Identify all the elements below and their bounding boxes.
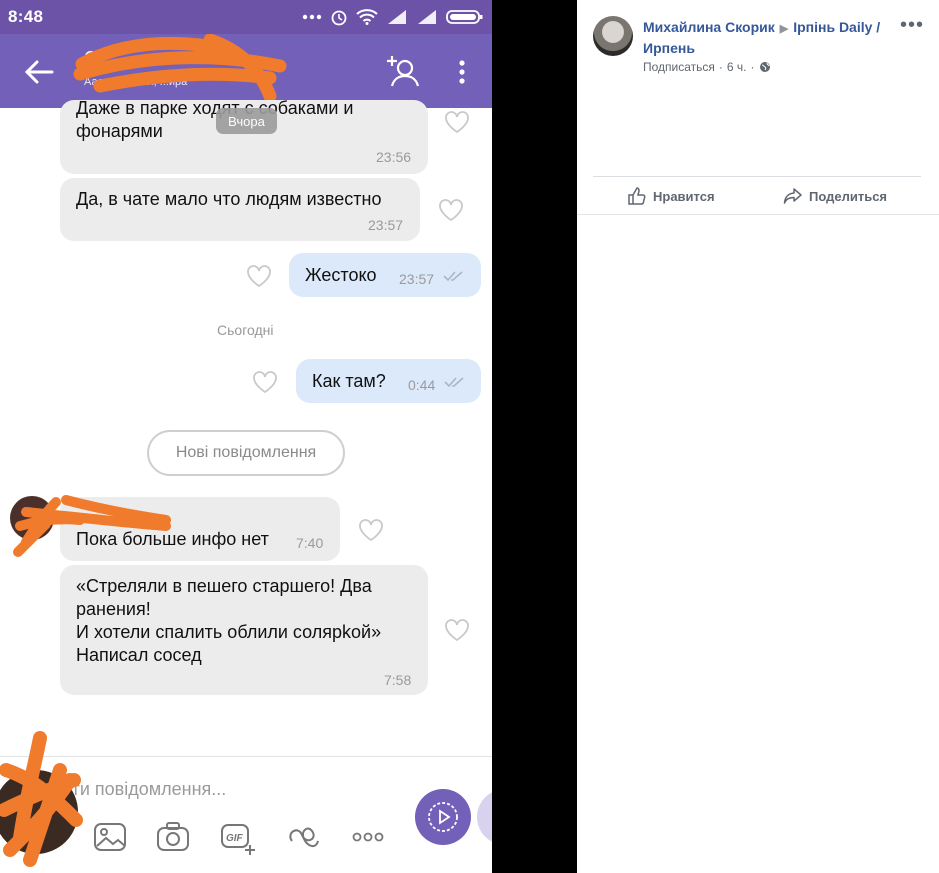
globe-icon <box>759 62 770 72</box>
message-input[interactable]: ати повідомлення... <box>62 779 226 800</box>
back-arrow-icon[interactable] <box>22 58 56 86</box>
more-options-icon[interactable] <box>350 819 386 855</box>
share-button[interactable]: Поделиться <box>783 184 887 208</box>
signal-icon-2 <box>418 10 436 24</box>
status-icons <box>302 8 484 26</box>
date-label-today: Сьогодні <box>217 322 274 338</box>
message-text: Даже в парке ходят с собаками и <box>76 98 354 118</box>
post-header: Михайлина Скорик ▶ Ірпінь Daily / Ирпень <box>643 18 893 58</box>
add-participant-icon[interactable] <box>386 54 422 88</box>
message-time: 7:58 <box>384 672 412 688</box>
chat-subtitle: Аааня, Аааня, ...ира <box>84 76 188 88</box>
post-divider <box>593 176 921 177</box>
shared-to-arrow-icon: ▶ <box>779 23 789 35</box>
gallery-icon[interactable] <box>92 819 128 855</box>
like-heart-icon[interactable] <box>246 264 272 288</box>
message-incoming[interactable]: Да, в чате мало что людям известно 23:57 <box>60 178 420 241</box>
meta-separator: · <box>750 60 755 74</box>
more-notifications-icon <box>302 14 322 20</box>
message-time: 0:44 <box>408 377 436 393</box>
share-arrow-icon <box>783 188 802 204</box>
read-ticks-icon <box>444 377 464 388</box>
new-messages-divider[interactable]: Нові повідомлення <box>147 430 345 476</box>
message-text: ранения! <box>76 599 151 619</box>
message-text: Как там? <box>312 371 386 391</box>
like-label: Нравится <box>653 188 715 204</box>
send-button[interactable] <box>415 789 471 845</box>
like-button[interactable]: Нравится <box>627 184 715 208</box>
author-avatar[interactable] <box>593 16 633 56</box>
read-ticks-icon <box>443 271 463 282</box>
message-incoming[interactable]: Пока больше инфо нет 7:40 <box>60 497 340 561</box>
thumbs-up-icon <box>628 187 646 205</box>
camera-icon[interactable] <box>155 819 191 855</box>
post-timestamp[interactable]: 6 ч. <box>727 60 747 74</box>
message-text: Жестоко <box>305 265 377 285</box>
battery-icon <box>446 10 483 24</box>
secondary-action-button[interactable] <box>477 789 492 845</box>
message-time: 7:40 <box>296 535 324 551</box>
message-text: И хотели спалить облили солярkой» <box>76 622 382 642</box>
like-heart-icon[interactable] <box>438 198 464 222</box>
message-text: Да, в чате мало что людям известно <box>76 189 382 209</box>
like-heart-icon[interactable] <box>252 370 278 394</box>
wifi-icon <box>356 9 378 25</box>
post-options-icon[interactable]: ••• <box>900 14 924 37</box>
message-time: 23:57 <box>368 217 404 233</box>
message-outgoing[interactable]: Как там? 0:44 <box>296 359 481 403</box>
status-bar: 8:48 <box>0 0 492 34</box>
message-text: Пока больше инфо нет <box>76 529 269 549</box>
subscribe-link[interactable]: Подписаться <box>643 60 715 74</box>
screenshot-root: 8:48 О Аааня, Аааня, ...ира Даже в парке <box>0 0 939 873</box>
viber-phone-screen: 8:48 О Аааня, Аааня, ...ира Даже в парке <box>0 0 492 873</box>
like-heart-icon[interactable] <box>444 618 470 642</box>
like-heart-icon[interactable] <box>358 518 384 542</box>
chat-title[interactable]: О <box>84 48 98 69</box>
date-badge-yesterday: Вчора <box>216 108 277 134</box>
play-send-icon <box>428 802 458 832</box>
meta-separator: · <box>718 60 723 74</box>
doodle-icon[interactable] <box>286 819 322 855</box>
chat-history[interactable]: Даже в парке ходят с собаками и фонарями… <box>0 98 492 756</box>
post-meta: Подписаться · 6 ч. · <box>643 60 771 74</box>
card-bottom-border <box>577 214 939 215</box>
svg-text:GIF: GIF <box>226 833 244 844</box>
message-incoming[interactable]: «Стреляли в пешего старшего! Два ранения… <box>60 565 428 695</box>
message-time: 23:56 <box>376 149 412 165</box>
sender-avatar[interactable] <box>10 496 54 540</box>
author-name-link[interactable]: Михайлина Скорик <box>643 19 775 35</box>
message-text: «Стреляли в пешего старшего! Два <box>76 576 372 596</box>
message-outgoing[interactable]: Жестоко 23:57 <box>289 253 481 297</box>
message-text: Написал сосед <box>76 645 202 665</box>
status-time: 8:48 <box>8 7 44 26</box>
alarm-icon <box>331 10 347 26</box>
message-time: 23:57 <box>399 271 435 287</box>
message-text: фонарями <box>76 121 163 141</box>
signal-icon-1 <box>388 10 406 24</box>
like-heart-icon[interactable] <box>444 110 470 134</box>
overflow-menu-icon[interactable] <box>452 58 472 86</box>
facebook-post-card: Михайлина Скорик ▶ Ірпінь Daily / Ирпень •… <box>577 0 939 873</box>
gif-icon[interactable]: GIF <box>220 819 256 855</box>
share-label: Поделиться <box>809 188 888 204</box>
